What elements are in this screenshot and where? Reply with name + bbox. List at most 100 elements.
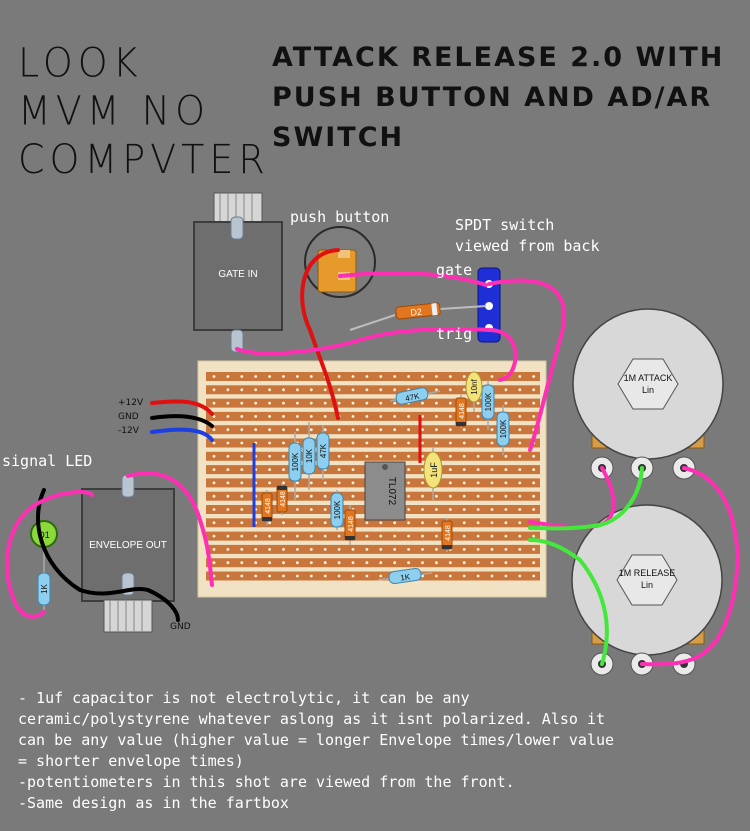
svg-text:100K: 100K xyxy=(333,500,342,519)
strip-hole xyxy=(351,561,355,565)
strip-hole xyxy=(240,494,244,498)
strip-hole xyxy=(490,574,494,578)
strip-hole xyxy=(268,441,271,445)
strip-hole xyxy=(448,415,452,418)
strip-hole xyxy=(212,508,216,511)
strip-hole xyxy=(268,428,271,432)
strip-hole xyxy=(518,534,522,538)
strip-hole xyxy=(282,428,285,432)
strip-hole xyxy=(393,375,397,378)
strip-hole xyxy=(407,494,410,498)
strip-hole xyxy=(476,415,480,418)
svg-text:4148: 4148 xyxy=(459,403,466,419)
strip-hole xyxy=(282,415,285,418)
strip-hole xyxy=(518,574,522,578)
strip-hole xyxy=(435,441,438,445)
strip-hole xyxy=(351,454,355,458)
strip-hole xyxy=(490,548,494,551)
strip-hole xyxy=(393,521,397,525)
strip-hole xyxy=(212,521,216,525)
strip-hole xyxy=(435,415,438,418)
envelope-out-jack: ENVELOPE OUT xyxy=(81,474,175,633)
strip-hole xyxy=(296,561,299,565)
spdt-switch-label-1: SPDT switch xyxy=(455,216,555,234)
strip-hole xyxy=(476,441,480,445)
strip-hole xyxy=(254,534,258,538)
strip-hole xyxy=(421,441,424,445)
strip-hole xyxy=(518,494,522,498)
strip-hole xyxy=(240,415,244,418)
strip-hole xyxy=(240,548,244,551)
strip-hole xyxy=(296,574,299,578)
strip-hole xyxy=(309,481,313,485)
strip-hole xyxy=(504,521,508,525)
strip-hole xyxy=(337,401,341,405)
strip-hole xyxy=(379,548,383,551)
strip-hole xyxy=(379,521,383,525)
strip-hole xyxy=(337,454,341,458)
strip-hole xyxy=(421,401,424,405)
strip-hole xyxy=(323,415,327,418)
strip-hole xyxy=(226,415,230,418)
strip-hole xyxy=(504,481,508,485)
strip-hole xyxy=(212,481,216,485)
strip-hole xyxy=(309,548,313,551)
strip-hole xyxy=(532,561,536,565)
strip-hole xyxy=(393,388,397,392)
strip-hole xyxy=(448,508,452,511)
strip-hole xyxy=(476,521,480,525)
strip-hole xyxy=(268,481,271,485)
strip-hole xyxy=(448,388,452,392)
strip-hole xyxy=(518,415,522,418)
strip-hole xyxy=(212,441,216,445)
switch-trig-label: trig xyxy=(436,325,473,343)
strip-hole xyxy=(490,468,494,471)
strip-hole xyxy=(254,415,258,418)
strip-hole xyxy=(421,534,424,538)
strip-hole xyxy=(337,548,341,551)
strip-hole xyxy=(462,561,466,565)
strip-hole xyxy=(296,428,299,432)
strip-hole xyxy=(351,574,355,578)
strip-hole xyxy=(296,401,299,405)
strip-hole xyxy=(435,401,438,405)
strip-hole xyxy=(254,388,258,392)
strip-hole xyxy=(532,401,536,405)
strip-hole xyxy=(532,574,536,578)
strip-hole xyxy=(337,574,341,578)
strip-hole xyxy=(268,561,271,565)
strip-hole xyxy=(268,548,271,551)
strip-hole xyxy=(476,454,480,458)
ic-tl072: TL072 xyxy=(386,477,397,506)
strip-hole xyxy=(462,574,466,578)
strip-hole xyxy=(504,468,508,471)
strip-hole xyxy=(393,401,397,405)
strip-hole xyxy=(323,561,327,565)
strip-hole xyxy=(351,548,355,551)
strip-hole xyxy=(282,521,285,525)
strip-hole xyxy=(309,375,313,378)
strip-hole xyxy=(282,401,285,405)
strip-hole xyxy=(351,428,355,432)
strip-hole xyxy=(351,468,355,471)
strip-hole xyxy=(462,468,466,471)
strip-hole xyxy=(518,441,522,445)
strip-hole xyxy=(490,508,494,511)
svg-text:4148: 4148 xyxy=(348,516,355,532)
strip-hole xyxy=(351,441,355,445)
strip-hole xyxy=(240,481,244,485)
strip-hole xyxy=(309,401,313,405)
strip-hole xyxy=(254,375,258,378)
svg-text:100K: 100K xyxy=(499,419,508,438)
strip-hole xyxy=(212,388,216,392)
strip-hole xyxy=(407,441,410,445)
strip-hole xyxy=(504,561,508,565)
strip-hole xyxy=(337,441,341,445)
strip-hole xyxy=(407,561,410,565)
strip-hole xyxy=(365,534,369,538)
strip-hole xyxy=(365,428,369,432)
strip-hole xyxy=(351,494,355,498)
strip-hole xyxy=(532,388,536,392)
strip-hole xyxy=(518,521,522,525)
strip-hole xyxy=(462,534,466,538)
